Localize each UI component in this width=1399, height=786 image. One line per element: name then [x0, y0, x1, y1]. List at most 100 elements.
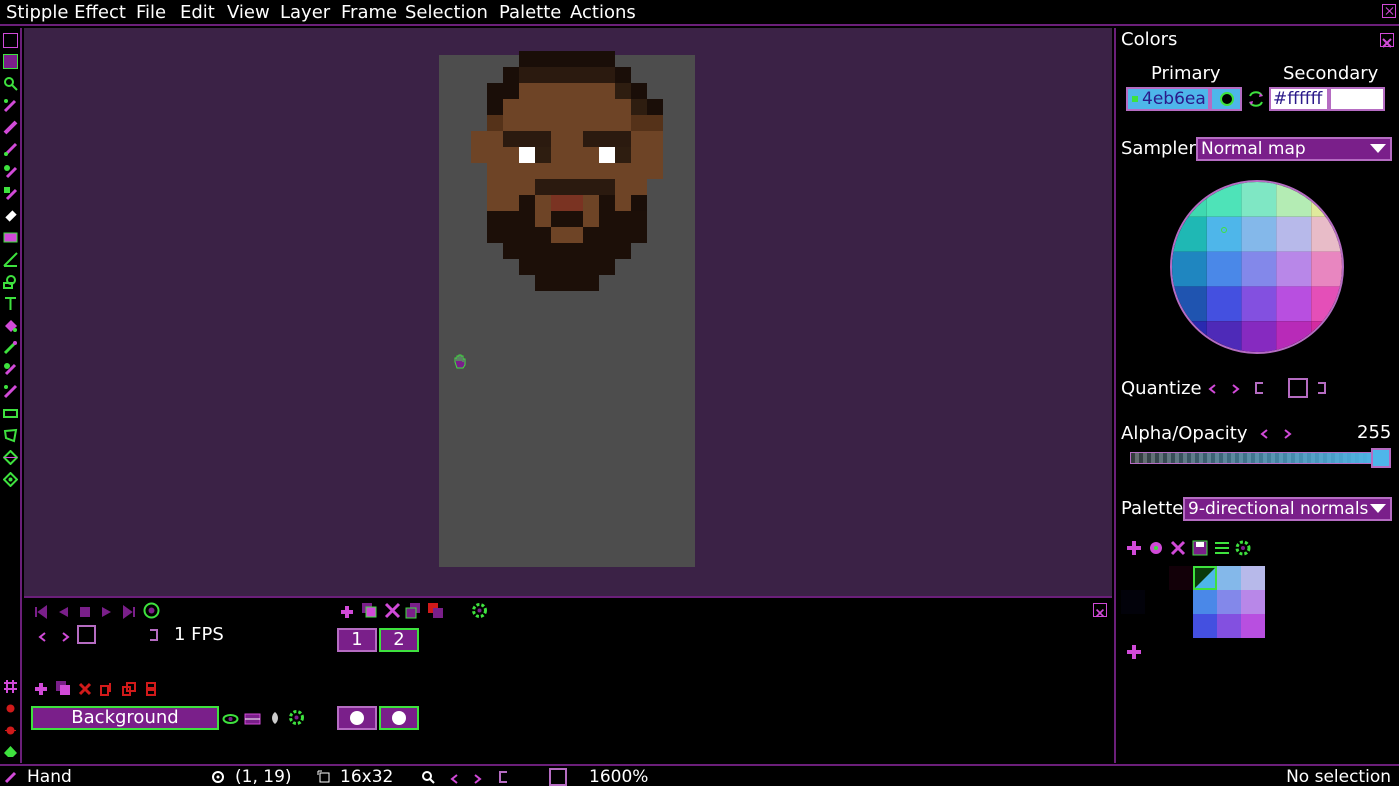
eraser-icon[interactable] [3, 208, 18, 223]
box-select-icon[interactable] [3, 406, 18, 421]
secondary-swatch[interactable] [1329, 87, 1385, 111]
add-palette-color-icon[interactable] [1126, 540, 1142, 556]
to-last-frame-icon[interactable] [122, 604, 136, 619]
palette-swatch-selected[interactable] [1193, 566, 1217, 590]
palette-swatch[interactable] [1121, 590, 1145, 614]
window-close-icon[interactable] [1382, 4, 1396, 18]
palette-swatch[interactable] [1169, 566, 1193, 590]
eyedropper-icon[interactable] [3, 98, 18, 113]
bug-2-icon[interactable] [3, 723, 18, 738]
menu-app-name[interactable]: Stipple Effect [6, 2, 126, 24]
hand-icon[interactable] [3, 54, 18, 69]
stipple-icon[interactable] [3, 230, 18, 245]
sampler-dropdown[interactable]: Normal map [1196, 137, 1392, 161]
palette-swatch[interactable] [1241, 590, 1265, 614]
secondary-hex-field[interactable]: #ffffff [1269, 87, 1329, 111]
palette-swatch[interactable] [1217, 590, 1241, 614]
palette-swatch[interactable] [1193, 614, 1217, 638]
menu-view[interactable]: View [227, 2, 270, 24]
layer-settings-icon[interactable] [288, 709, 305, 726]
canvas-area[interactable] [24, 28, 1112, 596]
move-layer-up-icon[interactable] [100, 681, 114, 696]
cel-frame-2[interactable] [379, 706, 419, 730]
quantize-decrease-icon[interactable] [1206, 381, 1220, 395]
add-frame-icon[interactable] [340, 604, 354, 618]
shape-icon[interactable] [3, 274, 18, 289]
palette-swatch[interactable] [1217, 614, 1241, 638]
normal-map-sampler-wheel[interactable] [1170, 180, 1344, 354]
move-frame-back-icon[interactable] [405, 602, 422, 619]
palette-swatch[interactable] [1241, 614, 1265, 638]
sprite-canvas[interactable] [439, 51, 695, 567]
primary-hex-field[interactable]: 4eb6ea [1126, 87, 1210, 111]
quantize-increase-icon[interactable] [1228, 381, 1242, 395]
toolbar-close-icon[interactable] [3, 33, 18, 48]
text-icon[interactable] [3, 296, 18, 311]
add-layer-icon[interactable] [34, 681, 48, 695]
menu-file[interactable]: File [136, 2, 166, 24]
add-swatch-icon[interactable] [1126, 644, 1142, 660]
stop-icon[interactable] [78, 604, 92, 618]
fill-icon[interactable] [3, 318, 18, 333]
frame-button-2[interactable]: 2 [379, 628, 419, 652]
palette-settings-icon[interactable] [1235, 540, 1251, 556]
remove-layer-icon[interactable] [78, 681, 92, 696]
grid-icon[interactable] [3, 679, 18, 694]
frame-button-1[interactable]: 1 [337, 628, 377, 652]
zoom-out-icon[interactable] [449, 770, 461, 784]
menu-edit[interactable]: Edit [180, 2, 215, 24]
fps-increase-icon[interactable] [58, 629, 72, 643]
shade-brush-icon[interactable] [3, 164, 18, 179]
primary-swatch[interactable] [1210, 87, 1242, 111]
merge-layer-icon[interactable] [144, 681, 158, 696]
frame-settings-icon[interactable] [471, 602, 488, 619]
duplicate-layer-icon[interactable] [55, 680, 72, 697]
move-layer-down-icon[interactable] [122, 681, 136, 696]
swap-colors-icon[interactable] [1247, 90, 1265, 108]
quantize-slider-handle[interactable] [1288, 378, 1308, 398]
alpha-decrease-icon[interactable] [1258, 426, 1272, 440]
script-brush-icon[interactable] [3, 186, 18, 201]
remove-frame-icon[interactable] [384, 602, 401, 619]
move-icon[interactable] [3, 472, 18, 487]
palette-swatch[interactable] [1241, 566, 1265, 590]
zoom-in-icon[interactable] [471, 770, 483, 784]
spade-icon[interactable] [3, 745, 18, 760]
colors-close-icon[interactable] [1380, 33, 1394, 48]
layer-lock-icon[interactable] [268, 710, 282, 724]
palette-swatch[interactable] [1217, 566, 1241, 590]
menu-frame[interactable]: Frame [341, 2, 397, 24]
next-frame-icon[interactable] [100, 604, 114, 618]
save-palette-icon[interactable] [1192, 540, 1208, 556]
to-first-frame-icon[interactable] [34, 604, 48, 619]
fps-slider-handle[interactable] [77, 625, 96, 644]
palette-options-icon[interactable] [1214, 540, 1230, 556]
playback-mode-icon[interactable] [143, 602, 160, 619]
menu-selection[interactable]: Selection [405, 2, 488, 24]
menu-palette[interactable]: Palette [499, 2, 561, 24]
brush-2-icon[interactable] [3, 384, 18, 399]
previous-frame-icon[interactable] [56, 604, 70, 618]
menu-layer[interactable]: Layer [280, 2, 330, 24]
palette-dropdown[interactable]: 9-directional normals [1183, 497, 1392, 521]
brush-icon[interactable] [3, 142, 18, 157]
pencil-icon[interactable] [3, 120, 18, 135]
timeline-close-icon[interactable] [1093, 603, 1107, 618]
color-picker-icon[interactable] [3, 362, 18, 377]
palette-from-image-icon[interactable] [1148, 540, 1164, 556]
layer-onion-skin-icon[interactable] [244, 711, 261, 725]
line-icon[interactable] [3, 252, 18, 267]
gradient-icon[interactable] [3, 340, 18, 355]
layer-visibility-icon[interactable] [222, 711, 239, 725]
alpha-slider-track[interactable] [1130, 452, 1382, 464]
menu-actions[interactable]: Actions [570, 2, 636, 24]
bug-icon[interactable] [3, 701, 18, 716]
zoom-slider-handle[interactable] [549, 768, 567, 786]
palette-swatch[interactable] [1193, 590, 1217, 614]
remove-palette-color-icon[interactable] [1170, 540, 1186, 556]
duplicate-frame-icon[interactable] [361, 602, 378, 619]
lasso-icon[interactable] [3, 428, 18, 443]
cel-frame-1[interactable] [337, 706, 377, 730]
alpha-slider-handle[interactable] [1371, 448, 1391, 468]
move-frame-forward-icon[interactable] [427, 602, 444, 619]
